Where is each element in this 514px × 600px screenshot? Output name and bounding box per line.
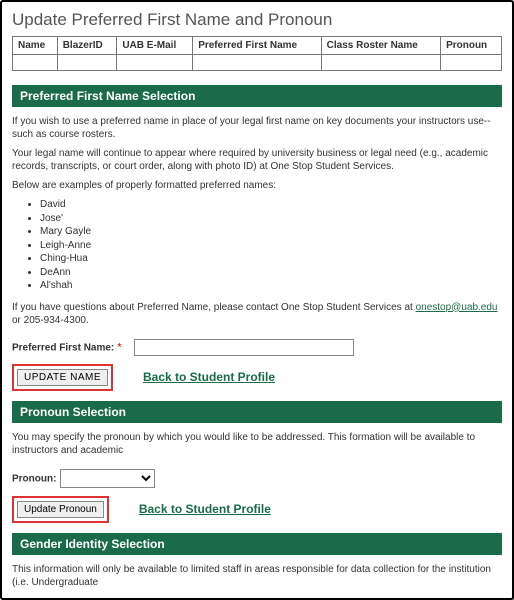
- gender-desc: This information will only be available …: [12, 563, 502, 589]
- required-marker: *: [117, 341, 121, 353]
- back-link-2[interactable]: Back to Student Profile: [139, 502, 271, 516]
- preferred-desc-1: If you wish to use a preferred name in p…: [12, 115, 502, 141]
- back-link-1[interactable]: Back to Student Profile: [143, 370, 275, 384]
- preferred-name-input[interactable]: [134, 339, 354, 356]
- info-table: Name BlazerID UAB E-Mail Preferred First…: [12, 36, 502, 71]
- update-name-highlight: UPDATE NAME: [12, 364, 113, 391]
- th-email: UAB E-Mail: [117, 37, 193, 55]
- th-roster: Class Roster Name: [321, 37, 440, 55]
- list-item: DeAnn: [40, 266, 502, 280]
- pronoun-select[interactable]: [60, 469, 155, 488]
- th-preferred: Preferred First Name: [193, 37, 321, 55]
- section-pronoun-header: Pronoun Selection: [12, 401, 502, 423]
- th-blazerid: BlazerID: [57, 37, 117, 55]
- list-item: Jose': [40, 212, 502, 226]
- section-gender-header: Gender Identity Selection: [12, 533, 502, 555]
- examples-list: David Jose' Mary Gayle Leigh-Anne Ching-…: [40, 198, 502, 293]
- preferred-desc-3: Below are examples of properly formatted…: [12, 179, 502, 192]
- page-title: Update Preferred First Name and Pronoun: [12, 10, 502, 30]
- update-pronoun-highlight: Update Pronoun: [12, 496, 109, 523]
- update-pronoun-button[interactable]: Update Pronoun: [17, 501, 104, 518]
- th-pronoun: Pronoun: [441, 37, 502, 55]
- pronoun-desc: You may specify the pronoun by which you…: [12, 431, 502, 457]
- list-item: David: [40, 198, 502, 212]
- th-name: Name: [13, 37, 58, 55]
- update-name-button[interactable]: UPDATE NAME: [17, 369, 108, 386]
- preferred-name-label: Preferred First Name:: [12, 342, 114, 353]
- preferred-desc-2: Your legal name will continue to appear …: [12, 147, 502, 173]
- table-row: [13, 55, 502, 71]
- list-item: Ching-Hua: [40, 252, 502, 266]
- list-item: Al'shah: [40, 279, 502, 293]
- pronoun-label: Pronoun:: [12, 473, 56, 484]
- list-item: Leigh-Anne: [40, 239, 502, 253]
- list-item: Mary Gayle: [40, 225, 502, 239]
- contact-email-link[interactable]: onestop@uab.edu: [416, 302, 498, 313]
- preferred-contact: If you have questions about Preferred Na…: [12, 301, 502, 327]
- section-preferred-name-header: Preferred First Name Selection: [12, 85, 502, 107]
